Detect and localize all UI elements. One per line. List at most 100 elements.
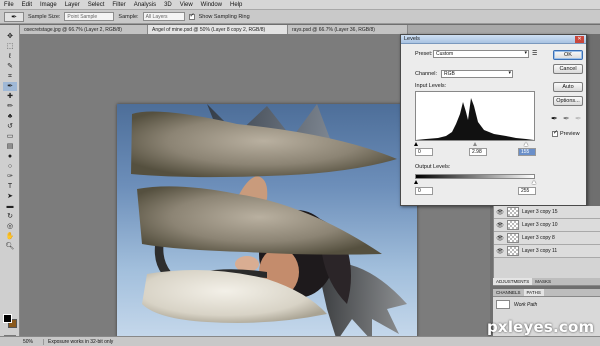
preset-options-icon[interactable]: ☰ [532,50,537,57]
menu-filter[interactable]: Filter [112,2,125,8]
crop-tool-icon[interactable]: ⌗ [3,72,17,81]
watermark-logo: pxleyes.com [487,318,595,336]
path-name: Work Path [514,301,538,308]
menu-edit[interactable]: Edit [22,2,32,8]
menu-layer[interactable]: Layer [65,2,80,8]
output-levels-label: Output Levels: [415,164,451,170]
auto-button[interactable]: Auto [553,82,583,92]
zoom-level[interactable]: 50% [20,338,44,345]
sample-size-select[interactable]: Point Sample [64,12,115,21]
show-ring-checkbox[interactable] [188,12,195,20]
output-white-field[interactable]: 255 [518,187,536,195]
layer-name: Layer 3 copy 11 [522,248,558,254]
options-bar: ✒ Sample Size: Point Sample Sample: All … [0,10,600,24]
layer-row[interactable]: 👁︎ Layer 3 copy 15 [494,206,600,219]
tab-channels[interactable]: CHANNELS [493,289,524,296]
options-button[interactable]: Options... [553,96,583,106]
eyedropper-tool-icon[interactable]: ✒ [3,82,17,91]
visibility-eye-icon[interactable]: 👁︎ [496,248,504,255]
input-gamma-field[interactable]: 2.98 [469,148,487,156]
visibility-eye-icon[interactable]: 👁︎ [496,235,504,242]
tab-document-2[interactable]: Angel of mine.psd @ 50% (Layer 8 copy 2,… [148,25,288,34]
paths-panel-tabs: CHANNELS PATHS [493,289,600,297]
3d-rotate-tool-icon[interactable]: ↻ [3,212,17,221]
input-black-field[interactable]: 0 [415,148,433,156]
histogram [415,91,535,141]
white-point-eyedropper-icon[interactable]: ✒ [575,114,582,123]
layer-name: Layer 3 copy 10 [522,222,558,228]
tab-paths[interactable]: PATHS [523,289,544,296]
3d-orbit-tool-icon[interactable]: ◎ [3,222,17,231]
menu-help[interactable]: Help [230,2,242,8]
type-tool-icon[interactable]: T [3,182,17,191]
eyedropper-preset-icon[interactable]: ✒ [4,11,24,22]
layer-thumbnail [507,207,519,217]
ok-button[interactable]: OK [553,50,583,60]
output-black-slider[interactable] [414,180,418,184]
menu-file[interactable]: File [4,2,14,8]
tab-masks[interactable]: MASKS [532,278,554,285]
levels-title: Levels [404,36,420,42]
preset-select[interactable]: Custom [433,50,529,58]
output-gradient [415,174,535,179]
tab-document-1[interactable]: osecretstage.jpg @ 66.7% (Layer 2, RGB/8… [20,25,148,34]
tab-adjustments[interactable]: ADJUSTMENTS [493,278,533,285]
black-point-eyedropper-icon[interactable]: ✒ [551,114,558,123]
sample-select[interactable]: All Layers [142,12,185,21]
eraser-tool-icon[interactable]: ▭ [3,132,17,141]
lasso-tool-icon[interactable]: ℓ [3,52,17,61]
layer-row[interactable]: 👁︎ Layer 3 copy 11 [494,245,600,258]
marquee-tool-icon[interactable]: ⬚ [3,42,17,51]
pen-tool-icon[interactable]: ✑ [3,172,17,181]
tab-document-3[interactable]: rays.psd @ 66.7% (Layer 36, RGB/8) [288,25,408,34]
status-message: Exposure works in 32-bit only [48,338,114,345]
layers-panel: 👁︎ Layer 3 copy 15 👁︎ Layer 3 copy 10 👁︎… [493,206,600,286]
input-gamma-slider[interactable] [473,142,477,146]
histogram-graph [416,98,534,140]
dodge-tool-icon[interactable]: ○ [3,162,17,171]
input-white-field[interactable]: 155 [518,148,536,156]
brush-tool-icon[interactable]: ✏ [3,102,17,111]
healing-brush-tool-icon[interactable]: ✚ [3,92,17,101]
menu-image[interactable]: Image [40,2,57,8]
layer-row[interactable]: 👁︎ Layer 3 copy 10 [494,219,600,232]
layer-name: Layer 3 copy 8 [522,235,555,241]
close-icon[interactable]: ✕ [575,35,584,43]
layer-thumbnail [507,233,519,243]
shape-tool-icon[interactable]: ▬ [3,202,17,211]
levels-title-bar[interactable]: Levels ✕ [401,35,586,44]
sample-size-label: Sample Size: [28,13,61,20]
preview-checkbox[interactable]: ✓ [552,130,558,137]
artwork-image[interactable] [117,104,417,341]
menu-window[interactable]: Window [201,2,222,8]
history-brush-tool-icon[interactable]: ↺ [3,122,17,131]
output-white-slider[interactable] [532,180,536,184]
hand-tool-icon[interactable]: ✋ [3,232,17,241]
output-black-field[interactable]: 0 [415,187,433,195]
move-tool-icon[interactable]: ✥ [3,32,17,41]
layer-name: Layer 3 copy 15 [522,209,558,215]
channel-select[interactable]: RGB [441,70,513,78]
foreground-color-swatch[interactable] [3,314,12,323]
channel-label: Channel: [415,71,438,77]
menu-view[interactable]: View [180,2,193,8]
preset-label: Preset: [415,51,433,57]
blur-tool-icon[interactable]: ● [3,152,17,161]
path-row[interactable]: Work Path [496,299,597,310]
toolbox: ✥ ⬚ ℓ ✎ ⌗ ✒ ✚ ✏ ♣ ↺ ▭ ▤ ● ○ ✑ T ➤ ▬ ↻ ◎ … [0,25,20,343]
path-select-tool-icon[interactable]: ➤ [3,192,17,201]
menu-3d[interactable]: 3D [164,2,172,8]
clone-stamp-tool-icon[interactable]: ♣ [3,112,17,121]
layer-row[interactable]: 👁︎ Layer 3 copy 8 [494,232,600,245]
cancel-button[interactable]: Cancel [553,64,583,74]
quick-select-tool-icon[interactable]: ✎ [3,62,17,71]
menu-analysis[interactable]: Analysis [134,2,156,8]
gray-point-eyedropper-icon[interactable]: ✒ [563,114,570,123]
input-black-slider[interactable] [414,142,418,146]
visibility-eye-icon[interactable]: 👁︎ [496,222,504,229]
gradient-tool-icon[interactable]: ▤ [3,142,17,151]
zoom-tool-icon[interactable]: 🔍︎ [3,242,17,251]
input-white-slider[interactable] [524,142,528,146]
visibility-eye-icon[interactable]: 👁︎ [496,209,504,216]
menu-select[interactable]: Select [88,2,105,8]
